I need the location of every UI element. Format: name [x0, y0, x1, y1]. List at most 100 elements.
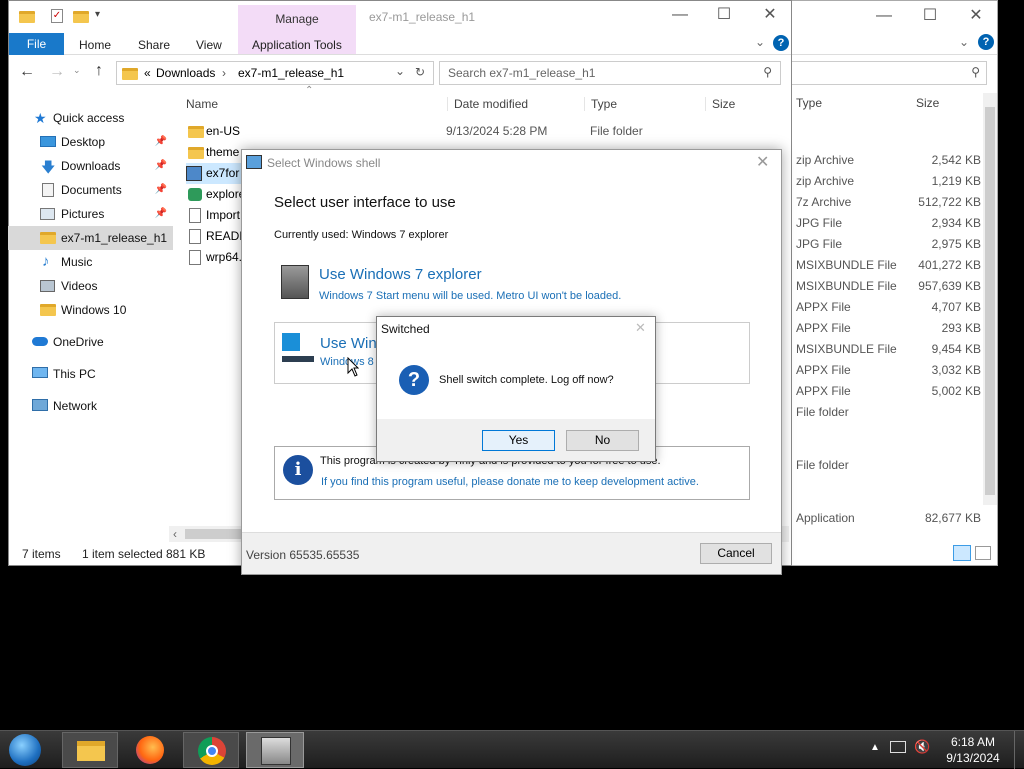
taskbar-shell-app[interactable]	[246, 732, 304, 768]
list-item[interactable]: APPX File 5,002 KB	[796, 381, 986, 402]
forward-arrow-icon[interactable]: →	[49, 63, 65, 81]
list-item[interactable]: MSIXBUNDLE File 957,639 KB	[796, 276, 986, 297]
minimize-button[interactable]: —	[657, 6, 703, 24]
taskbar-explorer[interactable]	[62, 732, 118, 768]
list-item[interactable]: zip Archive 1,219 KB	[796, 171, 986, 192]
column-size[interactable]: Size	[705, 97, 735, 111]
back-arrow-icon[interactable]: ←	[19, 63, 35, 81]
list-item[interactable]: File folder	[796, 455, 986, 476]
volume-muted-icon[interactable]: 🔇	[914, 739, 930, 755]
table-row-selected[interactable]: ex7for	[186, 163, 242, 184]
list-item[interactable]: File folder	[796, 402, 986, 423]
sidebar-item-documents[interactable]: Documents 📌	[8, 178, 173, 202]
chevron-down-icon[interactable]: ⌄	[755, 35, 765, 49]
help-icon[interactable]: ?	[773, 35, 789, 51]
column-name[interactable]: Name	[186, 97, 218, 111]
sidebar-item-windows-10[interactable]: Windows 10	[8, 298, 173, 322]
option-windows7-explorer[interactable]: Use Windows 7 explorer Windows 7 Start m…	[274, 254, 750, 306]
sidebar-label: Videos	[61, 279, 98, 293]
cancel-button[interactable]: Cancel	[700, 543, 772, 564]
tab-home[interactable]: Home	[79, 38, 111, 52]
scroll-thumb[interactable]	[985, 107, 995, 495]
chevron-down-icon[interactable]: ⌄	[959, 35, 969, 49]
sidebar-item-downloads[interactable]: 🡇 Downloads 📌	[8, 154, 173, 178]
sidebar-item-music[interactable]: ♪ Music	[8, 250, 173, 274]
list-item[interactable]: JPG File 2,934 KB	[796, 213, 986, 234]
sidebar-item-pictures[interactable]: Pictures 📌	[8, 202, 173, 226]
clock-date[interactable]: 9/13/2024	[942, 751, 1004, 765]
bg-column-size[interactable]: Size	[916, 96, 939, 110]
close-button[interactable]: ✕	[747, 4, 793, 24]
column-date[interactable]: Date modified	[447, 97, 528, 111]
new-folder-icon[interactable]	[73, 11, 89, 23]
sidebar-item-desktop[interactable]: Desktop 📌	[8, 130, 173, 154]
row-type: File folder	[796, 405, 849, 419]
search-box[interactable]: Search ex7-m1_release_h1 ⚲	[439, 61, 781, 85]
pin-icon[interactable]: 📌	[155, 154, 167, 178]
scroll-left-icon[interactable]: ‹	[173, 527, 177, 541]
show-desktop-button[interactable]	[1014, 731, 1024, 769]
details-view-icon[interactable]	[953, 545, 971, 561]
close-icon[interactable]: ✕	[756, 152, 769, 172]
list-item[interactable]: zip Archive 2,542 KB	[796, 150, 986, 171]
list-item[interactable]: MSIXBUNDLE File 9,454 KB	[796, 339, 986, 360]
pin-icon[interactable]: 📌	[155, 178, 167, 202]
show-hidden-icons-icon[interactable]: ▲	[870, 742, 880, 753]
network-icon[interactable]	[890, 741, 906, 753]
maximize-button[interactable]: ☐	[701, 4, 747, 24]
list-item[interactable]: APPX File 3,032 KB	[796, 360, 986, 381]
breadcrumb-separator-icon[interactable]: ›	[222, 66, 226, 80]
clock-time[interactable]: 6:18 AM	[948, 735, 998, 749]
sidebar-item-network[interactable]: Network	[8, 394, 173, 418]
table-row[interactable]: en-US 9/13/2024 5:28 PM File folder	[186, 121, 786, 142]
bg-minimize-button[interactable]: —	[861, 7, 907, 25]
sidebar-item-videos[interactable]: Videos	[8, 274, 173, 298]
list-item[interactable]: APPX File 293 KB	[796, 318, 986, 339]
address-bar[interactable]: « Downloads › ex7-m1_release_h1 ⌄ ↻	[116, 61, 434, 85]
donate-link[interactable]: If you find this program useful, please …	[321, 476, 699, 488]
bg-column-type[interactable]: Type	[796, 96, 822, 110]
bg-maximize-button[interactable]: ☐	[907, 5, 953, 25]
computer-tower-icon	[281, 265, 309, 299]
address-dropdown-icon[interactable]: ⌄	[395, 64, 405, 78]
sidebar-item-ex7-m1-release[interactable]: ex7-m1_release_h1	[8, 226, 173, 250]
bg-search-area[interactable]: ⚲	[791, 61, 987, 85]
list-item[interactable]: APPX File 4,707 KB	[796, 297, 986, 318]
option1-description: Windows 7 Start menu will be used. Metro…	[319, 290, 622, 302]
list-item[interactable]: JPG File 2,975 KB	[796, 234, 986, 255]
sidebar-item-onedrive[interactable]: OneDrive	[8, 330, 173, 354]
sidebar-item-quick-access[interactable]: ★ Quick access	[8, 106, 173, 130]
no-button[interactable]: No	[566, 430, 639, 451]
tab-file[interactable]: File	[9, 33, 64, 55]
tab-view[interactable]: View	[196, 38, 222, 52]
tab-application-tools[interactable]: Application Tools	[252, 38, 342, 52]
sidebar-item-this-pc[interactable]: This PC	[8, 362, 173, 386]
start-button[interactable]	[6, 733, 46, 767]
breadcrumb-current[interactable]: ex7-m1_release_h1	[238, 66, 344, 80]
taskbar-firefox[interactable]	[122, 732, 178, 768]
help-icon[interactable]: ?	[978, 34, 994, 50]
pin-icon[interactable]: 📌	[155, 202, 167, 226]
large-icons-view-icon[interactable]	[975, 546, 991, 560]
list-item[interactable]: 7z Archive 512,722 KB	[796, 192, 986, 213]
document-icon	[189, 250, 201, 265]
row-type: MSIXBUNDLE File	[796, 258, 897, 272]
breadcrumb-downloads[interactable]: Downloads	[156, 66, 215, 80]
taskbar-chrome[interactable]	[183, 732, 239, 768]
up-arrow-icon[interactable]: ↑	[95, 62, 103, 80]
yes-button[interactable]: Yes	[482, 430, 555, 451]
list-item[interactable]: Application 82,677 KB	[796, 508, 986, 529]
row-type: 7z Archive	[796, 195, 852, 209]
customize-toolbar-icon[interactable]: ▾	[95, 9, 100, 20]
recent-locations-icon[interactable]: ⌄	[73, 65, 81, 76]
bg-close-button[interactable]: ✕	[953, 5, 999, 25]
properties-icon[interactable]: ✓	[51, 9, 63, 23]
tab-share[interactable]: Share	[138, 38, 170, 52]
column-type[interactable]: Type	[584, 97, 617, 111]
breadcrumb-overflow[interactable]: «	[144, 66, 151, 80]
refresh-icon[interactable]: ↻	[415, 65, 425, 79]
close-icon[interactable]: ✕	[635, 320, 646, 336]
pin-icon[interactable]: 📌	[155, 130, 167, 154]
row-size: 2,975 KB	[931, 237, 981, 251]
list-item[interactable]: MSIXBUNDLE File 401,272 KB	[796, 255, 986, 276]
